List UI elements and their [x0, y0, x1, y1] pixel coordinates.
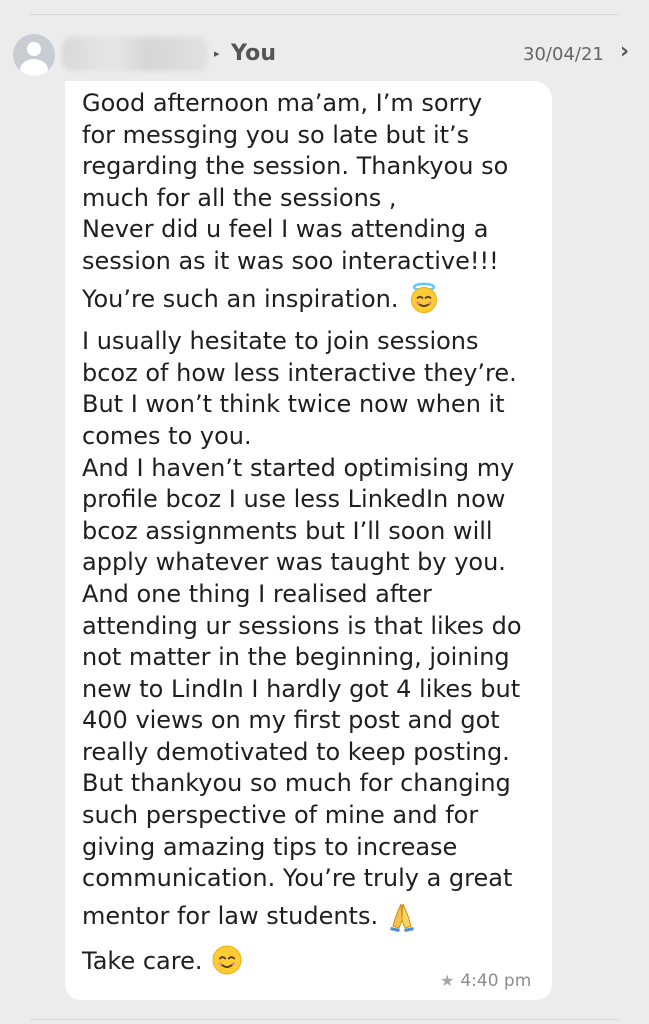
- message-line: comes to you.: [82, 421, 252, 450]
- message-line: Never did u feel I was attending a: [82, 215, 489, 244]
- message-date: 30/04/21: [523, 44, 604, 65]
- smiling-face-with-halo-emoji: [407, 281, 441, 324]
- message-line: bcoz of how less interactive they’re.: [82, 358, 517, 387]
- message-line-with-emoji: mentor for law students.: [82, 898, 537, 941]
- message-line: And one thing I realised after: [82, 579, 432, 608]
- message-header[interactable]: ▸ You 30/04/21 ›: [0, 28, 649, 82]
- message-line: really demotivated to keep posting.: [82, 737, 510, 766]
- message-line: such perspective of mine and for: [82, 801, 479, 830]
- folded-hands-emoji: [386, 898, 418, 941]
- message-line: I usually hesitate to join sessions: [82, 327, 479, 356]
- message-line: new to LindIn I hardly got 4 likes but: [82, 674, 521, 703]
- message-line: apply whatever was taught by you.: [82, 548, 506, 577]
- message-line: communication. You’re truly a great: [82, 864, 513, 893]
- message-line-text: mentor for law students.: [82, 901, 379, 930]
- smiling-face-emoji: [210, 943, 244, 986]
- message-line-text: Take care.: [82, 947, 203, 976]
- message-line: And I haven’t started optimising my: [82, 453, 515, 482]
- message-line-with-emoji: You’re such an inspiration.: [82, 281, 537, 324]
- right-arrow-icon: ▸: [214, 47, 220, 60]
- message-line: bcoz assignments but I’ll soon will: [82, 516, 493, 545]
- message-time: 4:40 pm: [460, 971, 532, 991]
- message-line: Good afternoon ma’am, I’m sorry: [82, 89, 483, 117]
- message-line: much for all the sessions ,: [82, 183, 397, 212]
- message-line: not matter in the beginning, joining: [82, 643, 510, 672]
- chevron-right-icon[interactable]: ›: [620, 39, 629, 64]
- avatar-head: [27, 42, 41, 56]
- message-line: 400 views on my first post and got: [82, 706, 500, 735]
- message-line: giving amazing tips to increase: [82, 832, 458, 861]
- star-icon[interactable]: ★: [440, 971, 454, 990]
- message-line: profile bcoz I use less LinkedIn now: [82, 485, 506, 514]
- message-line: But thankyou so much for changing: [82, 769, 511, 798]
- avatar-shoulders: [20, 59, 48, 76]
- message-line: regarding the session. Thankyou so: [82, 152, 509, 181]
- message-line: for messging you so late but it’s: [82, 120, 470, 149]
- message-line-text: You’re such an inspiration.: [82, 284, 399, 313]
- message-line: attending ur sessions is that likes do: [82, 611, 522, 640]
- message-body: Good afternoon ma’am, I’m sorry for mess…: [82, 88, 537, 986]
- message-line: But I won’t think twice now when it: [82, 390, 505, 419]
- bottom-divider: [30, 1019, 619, 1020]
- blurred-sender-name: [62, 37, 208, 71]
- person-avatar-icon[interactable]: [13, 34, 55, 76]
- top-divider: [30, 14, 619, 15]
- message-timestamp: ★ 4:40 pm: [440, 971, 531, 991]
- message-line: session as it was soo interactive!!!: [82, 246, 499, 275]
- recipient-label: You: [231, 41, 277, 66]
